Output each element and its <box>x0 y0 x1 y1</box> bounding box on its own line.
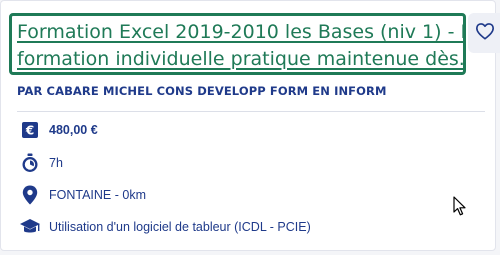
mouse-pointer-icon <box>453 196 467 220</box>
location-value: FONTAINE - 0km <box>49 188 146 202</box>
stopwatch-icon <box>19 152 41 174</box>
certification-row: Utilisation d'un logiciel de tableur (IC… <box>19 216 311 238</box>
duration-row: 7h <box>19 152 63 174</box>
heart-outline-icon <box>475 22 495 44</box>
training-card: Formation Excel 2019-2010 les Bases (niv… <box>0 0 500 251</box>
course-title-line-1: Formation Excel 2019-2010 les Bases (niv… <box>17 21 463 43</box>
graduation-cap-icon <box>19 216 41 238</box>
certification-value: Utilisation d'un logiciel de tableur (IC… <box>49 220 311 234</box>
euro-icon: € <box>19 119 41 141</box>
provider-name: PAR CABARE MICHEL CONS DEVELOPP FORM EN … <box>17 84 387 98</box>
price-row: € 480,00 € <box>19 119 98 141</box>
svg-text:€: € <box>25 124 34 138</box>
location-row: FONTAINE - 0km <box>19 184 146 206</box>
course-title-line-2: formation individuelle pratique maintenu… <box>17 48 463 70</box>
course-title-link[interactable]: Formation Excel 2019-2010 les Bases (niv… <box>9 13 466 75</box>
price-value: 480,00 € <box>49 123 98 137</box>
map-pin-icon <box>19 184 41 206</box>
favorite-button[interactable] <box>468 13 500 53</box>
divider <box>17 111 485 112</box>
duration-value: 7h <box>49 156 63 170</box>
